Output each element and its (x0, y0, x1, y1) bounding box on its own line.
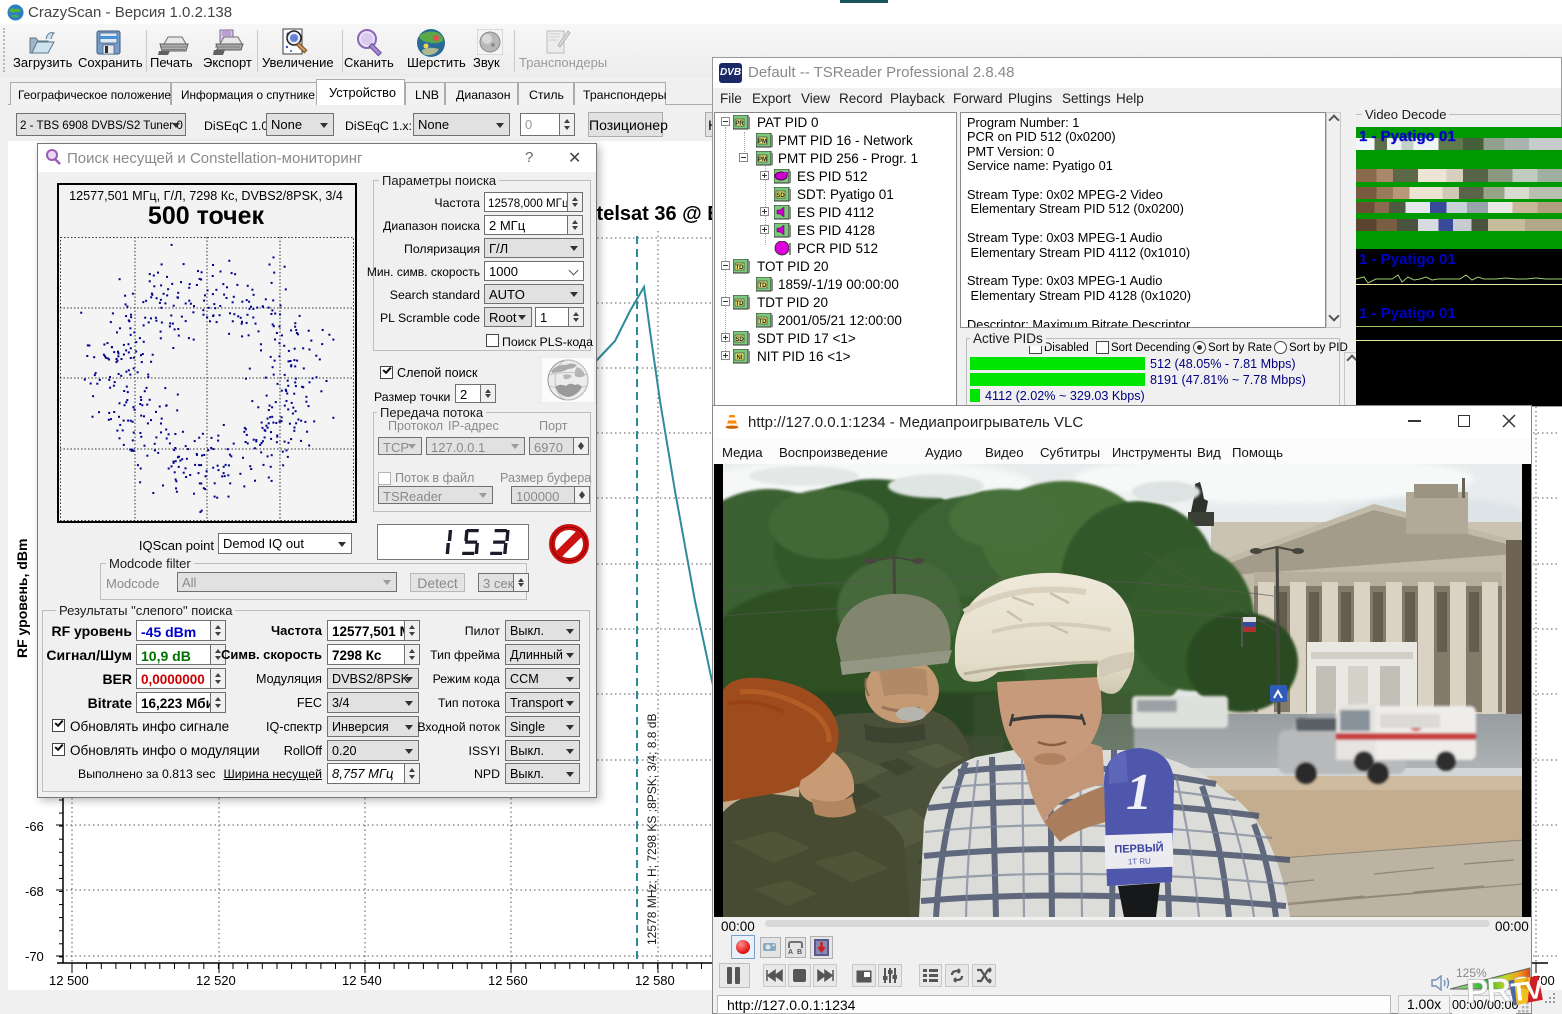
svg-text:TD: TD (759, 283, 768, 289)
svg-text:PM: PM (758, 157, 767, 163)
svg-text:TD: TD (759, 319, 768, 325)
svg-text:1: 1 (1126, 764, 1152, 821)
svg-text:1T RU: 1T RU (1128, 857, 1151, 867)
svg-text:TD: TD (736, 301, 745, 307)
svg-text:PM: PM (758, 139, 767, 145)
svg-text:A: A (788, 949, 793, 956)
svg-text:SD: SD (735, 337, 744, 343)
svg-text:B: B (797, 949, 802, 956)
svg-text:PR: PR (735, 121, 744, 127)
svg-text:TD: TD (736, 265, 745, 271)
svg-text:NI: NI (737, 355, 743, 361)
svg-text:SD: SD (776, 193, 785, 199)
svg-text:TV: TV (1509, 974, 1545, 1008)
svg-text:ПЕРВЫЙ: ПЕРВЫЙ (1114, 841, 1164, 856)
